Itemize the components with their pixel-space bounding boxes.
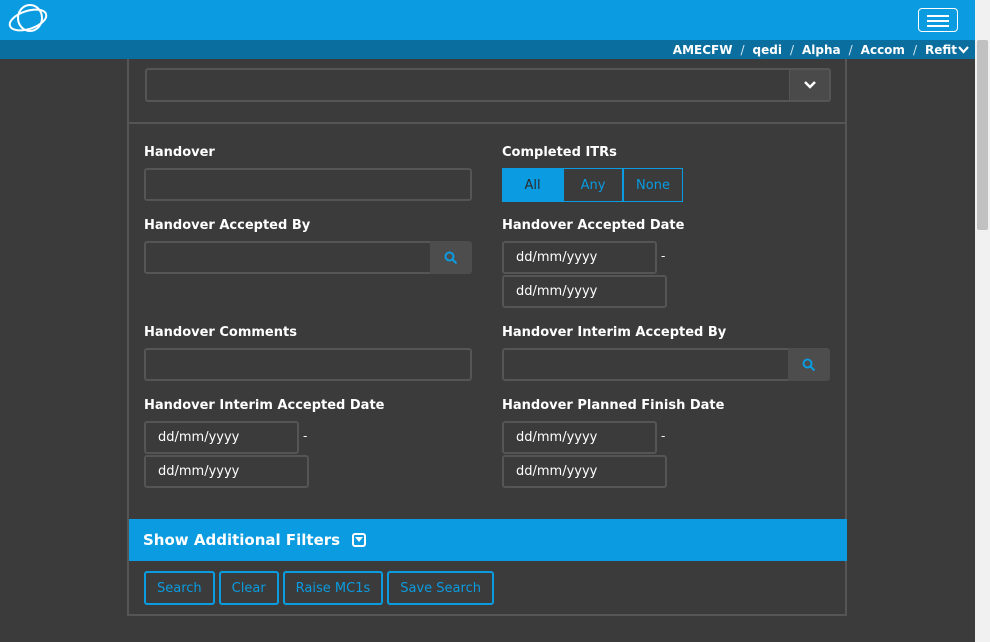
completed-itrs-label: Completed ITRs: [502, 145, 617, 160]
handover-label: Handover: [144, 145, 215, 160]
breadcrumb-bar: AMECFW / qedi / Alpha / Accom / Refit: [0, 40, 975, 59]
breadcrumb-item-4[interactable]: Accom: [861, 43, 905, 57]
breadcrumb-item-3[interactable]: Alpha: [802, 43, 841, 57]
handover-planned-finish-date-from[interactable]: [502, 421, 657, 454]
clear-button[interactable]: Clear: [218, 571, 279, 605]
handover-input[interactable]: [144, 168, 472, 201]
handover-interim-accepted-by-input[interactable]: [502, 348, 790, 381]
completed-itrs-toggle: All Any None: [502, 168, 683, 202]
hamburger-menu-button[interactable]: [918, 8, 958, 32]
raise-mc1s-button[interactable]: Raise MC1s: [282, 571, 384, 605]
date-range-dash: -: [303, 429, 308, 443]
handover-comments-input[interactable]: [144, 348, 472, 381]
date-range-dash: -: [661, 429, 666, 443]
completed-itrs-any[interactable]: Any: [563, 168, 623, 202]
action-buttons: Search Clear Raise MC1s Save Search: [144, 571, 494, 605]
search-icon: [444, 251, 458, 264]
date-range-dash: -: [661, 249, 666, 263]
chevron-down-icon: [803, 81, 816, 89]
handover-accepted-date-from[interactable]: [502, 241, 657, 274]
search-panel: Handover Completed ITRs All Any None Han…: [127, 59, 847, 616]
section-divider: [129, 122, 845, 124]
scrollbar-thumb[interactable]: [977, 40, 988, 230]
search-icon: [802, 358, 816, 371]
chevron-down-icon: [958, 45, 969, 54]
handover-planned-finish-date-label: Handover Planned Finish Date: [502, 398, 725, 413]
dropdown-toggle[interactable]: [789, 70, 829, 100]
handover-accepted-date-label: Handover Accepted Date: [502, 218, 685, 233]
handover-accepted-date-to[interactable]: [502, 275, 667, 308]
handover-planned-finish-date-to[interactable]: [502, 455, 667, 488]
handover-accepted-by-label: Handover Accepted By: [144, 218, 311, 233]
completed-itrs-none[interactable]: None: [623, 168, 683, 202]
handover-interim-accepted-date-from[interactable]: [144, 421, 299, 454]
breadcrumb: AMECFW / qedi / Alpha / Accom / Refit: [673, 41, 969, 58]
handover-accepted-by-search-button[interactable]: [430, 241, 472, 274]
handover-interim-accepted-by-search-button[interactable]: [788, 348, 830, 381]
top-navbar: [0, 0, 975, 40]
top-dropdown[interactable]: [145, 68, 831, 102]
handover-interim-accepted-date-to[interactable]: [144, 455, 309, 488]
breadcrumb-item-2[interactable]: qedi: [753, 43, 782, 57]
caret-down-icon: [352, 533, 367, 547]
show-additional-filters-toggle[interactable]: Show Additional Filters: [129, 519, 847, 561]
save-search-button[interactable]: Save Search: [387, 571, 494, 605]
breadcrumb-item-1[interactable]: AMECFW: [673, 43, 733, 57]
page-scrollbar[interactable]: [975, 0, 990, 642]
search-button[interactable]: Search: [144, 571, 215, 605]
handover-accepted-by-input[interactable]: [144, 241, 432, 274]
show-additional-filters-label: Show Additional Filters: [143, 531, 341, 549]
breadcrumb-item-5[interactable]: Refit: [925, 43, 969, 57]
orbit-logo-icon[interactable]: [6, 3, 50, 37]
handover-comments-label: Handover Comments: [144, 325, 297, 340]
completed-itrs-all[interactable]: All: [502, 168, 563, 202]
handover-interim-accepted-by-label: Handover Interim Accepted By: [502, 325, 727, 340]
hamburger-icon: [927, 15, 949, 17]
handover-interim-accepted-date-label: Handover Interim Accepted Date: [144, 398, 385, 413]
